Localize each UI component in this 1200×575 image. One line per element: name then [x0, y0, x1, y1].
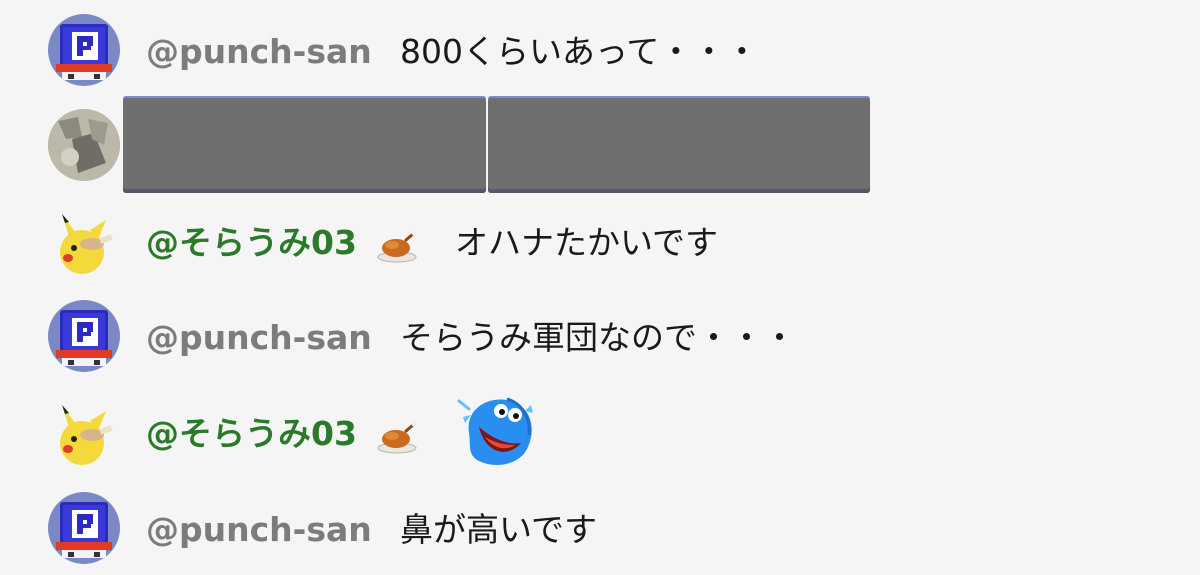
pikachu-avatar-icon[interactable] — [48, 206, 120, 278]
message-text: 鼻が高いです — [400, 510, 598, 549]
message-text: そらうみ軍団なので・・・ — [400, 318, 796, 357]
pixel-robot-avatar-icon[interactable] — [48, 300, 120, 372]
username[interactable]: @punch-san — [146, 510, 372, 550]
pixel-robot-avatar-icon[interactable] — [48, 492, 120, 564]
pikachu-avatar-icon[interactable] — [48, 397, 120, 469]
photo-avatar-icon[interactable] — [48, 109, 120, 181]
chat-message — [0, 0, 1200, 200]
redacted-content — [123, 96, 486, 193]
redacted-content — [488, 96, 870, 193]
chat-message: @そらうみ03 オハナたかいです — [0, 206, 1200, 278]
chat-message: @そらうみ03 — [0, 397, 1200, 477]
username[interactable]: @punch-san — [146, 318, 372, 358]
chat-message: @punch-san そらうみ軍団なので・・・ — [0, 300, 1200, 372]
roast-chicken-badge-icon — [376, 421, 418, 455]
username[interactable]: @そらうみ03 — [146, 223, 357, 263]
laughing-blue-blob-sticker-icon — [455, 393, 539, 473]
chat-log: @punch-san 800くらいあって・・・ @そらうみ03 オハナたかいです… — [0, 0, 1200, 575]
roast-chicken-badge-icon — [376, 230, 418, 264]
username[interactable]: @そらうみ03 — [146, 414, 357, 454]
message-text: オハナたかいです — [455, 223, 719, 262]
chat-message: @punch-san 鼻が高いです — [0, 492, 1200, 564]
